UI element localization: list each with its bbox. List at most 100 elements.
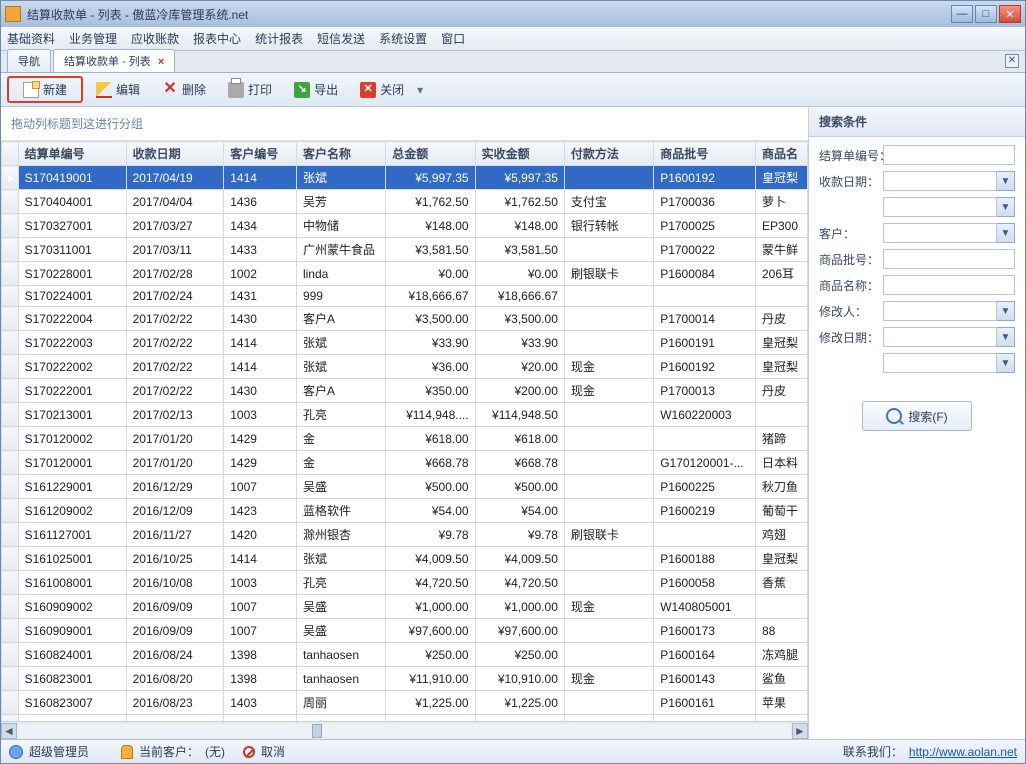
table-row[interactable]: S1610080012016/10/081003孔亮¥4,720.50¥4,72… [2, 571, 808, 595]
table-row[interactable]: S1703270012017/03/271434中物储¥148.00¥148.0… [2, 214, 808, 238]
menu-basic[interactable]: 基础资料 [7, 30, 55, 47]
export-icon: ↘ [294, 82, 310, 98]
app-icon [5, 6, 21, 22]
table-row[interactable]: S1702220042017/02/221430客户A¥3,500.00¥3,5… [2, 307, 808, 331]
table-row[interactable]: S1702220032017/02/221414张斌¥33.90¥33.90P1… [2, 331, 808, 355]
scroll-right-icon[interactable]: ► [792, 723, 808, 739]
col-goods[interactable]: 商品名 [755, 142, 807, 166]
table-row[interactable]: S1611270012016/11/271420滁州银杏¥9.78¥9.78刷银… [2, 523, 808, 547]
current-customer-label: 当前客户： [139, 743, 199, 760]
col-custno[interactable]: 客户编号 [224, 142, 297, 166]
search-button[interactable]: 搜索(F) [862, 401, 972, 431]
chevron-down-icon[interactable]: ▼ [997, 223, 1015, 243]
menu-business[interactable]: 业务管理 [69, 30, 117, 47]
table-row[interactable]: S1702240012017/02/241431999¥18,666.67¥18… [2, 286, 808, 307]
user-icon [9, 745, 23, 759]
chevron-down-icon[interactable]: ▼ [997, 171, 1015, 191]
table-row[interactable]: S1704040012017/04/041436吴芳¥1,762.50¥1,76… [2, 190, 808, 214]
col-method[interactable]: 付款方法 [564, 142, 653, 166]
minimize-button[interactable]: — [951, 5, 973, 23]
table-row[interactable]: S1701200022017/01/201429金¥618.00¥618.00猪… [2, 427, 808, 451]
edit-icon [96, 82, 112, 98]
close-button[interactable]: ✕ [999, 5, 1021, 23]
menu-settings[interactable]: 系统设置 [379, 30, 427, 47]
chevron-down-icon[interactable]: ▼ [997, 301, 1015, 321]
toolbar-overflow[interactable]: ▾ [417, 83, 427, 97]
input-lot[interactable] [883, 249, 1015, 269]
input-moddate-from[interactable] [883, 327, 997, 347]
menubar: 基础资料 业务管理 应收账款 报表中心 统计报表 短信发送 系统设置 窗口 [1, 27, 1025, 51]
edit-button[interactable]: 编辑 [87, 76, 149, 103]
horizontal-scrollbar[interactable]: ◄ ► [1, 721, 808, 739]
current-customer-value: (无) [205, 743, 225, 760]
group-panel[interactable]: 拖动列标题到这进行分组 [1, 107, 808, 141]
input-goods[interactable] [883, 275, 1015, 295]
input-modifier[interactable] [883, 301, 997, 321]
panel-close-button[interactable]: ✕ [1005, 54, 1019, 68]
menu-stats[interactable]: 统计报表 [255, 30, 303, 47]
maximize-button[interactable]: □ [975, 5, 997, 23]
cancel-icon [243, 746, 255, 758]
close-tab-button[interactable]: ✕ 关闭 [351, 76, 413, 103]
scroll-left-icon[interactable]: ◄ [1, 723, 17, 739]
export-button[interactable]: ↘ 导出 [285, 76, 347, 103]
col-total[interactable]: 总金额 [386, 142, 475, 166]
table-row[interactable]: S1608240012016/08/241398tanhaosen¥250.00… [2, 643, 808, 667]
table-row[interactable]: S1608230072016/08/231403周丽¥1,225.00¥1,22… [2, 691, 808, 715]
col-custname[interactable]: 客户名称 [296, 142, 385, 166]
col-paid[interactable]: 实收金额 [475, 142, 564, 166]
input-paydate-to[interactable] [883, 197, 997, 217]
print-button[interactable]: 打印 [219, 76, 281, 103]
label-billno: 结算单编号： [819, 147, 877, 164]
chevron-down-icon[interactable]: ▼ [997, 353, 1015, 373]
table-row[interactable]: S1608230012016/08/201398tanhaosen¥11,910… [2, 667, 808, 691]
table-row[interactable]: S1609090022016/09/091007吴盛¥1,000.00¥1,00… [2, 595, 808, 619]
col-paydate[interactable]: 收款日期 [126, 142, 224, 166]
input-paydate-from[interactable] [883, 171, 997, 191]
label-goods: 商品名称： [819, 277, 877, 294]
menu-window[interactable]: 窗口 [441, 30, 465, 47]
label-paydate: 收款日期： [819, 173, 877, 190]
cancel-label[interactable]: 取消 [261, 743, 285, 760]
table-row[interactable]: S1703110012017/03/111433广州蒙牛食品¥3,581.50¥… [2, 238, 808, 262]
search-icon [886, 408, 902, 424]
contact-link[interactable]: http://www.aolan.net [909, 745, 1017, 759]
col-billno[interactable]: 结算单编号 [18, 142, 126, 166]
tab-settlement-list[interactable]: 结算收款单 - 列表 × [53, 49, 175, 72]
table-row[interactable]: S1612290012016/12/291007吴盛¥500.00¥500.00… [2, 475, 808, 499]
input-billno[interactable] [883, 145, 1015, 165]
window-title: 结算收款单 - 列表 - 傲蓝冷库管理系统.net [27, 6, 951, 23]
new-icon [23, 82, 39, 98]
menu-reports[interactable]: 报表中心 [193, 30, 241, 47]
label-modifier: 修改人： [819, 303, 877, 320]
search-title: 搜索条件 [809, 107, 1025, 137]
table-row[interactable]: S1702220022017/02/221414张斌¥36.00¥20.00现金… [2, 355, 808, 379]
table-row[interactable]: S1701200012017/01/201429金¥668.78¥668.78G… [2, 451, 808, 475]
menu-receivable[interactable]: 应收账款 [131, 30, 179, 47]
tab-nav[interactable]: 导航 [7, 49, 51, 72]
chevron-down-icon[interactable]: ▼ [997, 327, 1015, 347]
row-indicator-header [2, 142, 19, 166]
table-row[interactable]: S1610250012016/10/251414张斌¥4,009.50¥4,00… [2, 547, 808, 571]
input-moddate-to[interactable] [883, 353, 997, 373]
delete-button[interactable]: ✕ 删除 [153, 76, 215, 103]
table-row[interactable]: S1612090022016/12/091423蓝格软件¥54.00¥54.00… [2, 499, 808, 523]
col-lot[interactable]: 商品批号 [654, 142, 756, 166]
table-row[interactable]: S1702220012017/02/221430客户A¥350.00¥200.0… [2, 379, 808, 403]
current-user: 超级管理员 [29, 743, 89, 760]
menu-sms[interactable]: 短信发送 [317, 30, 365, 47]
tab-close-icon[interactable]: × [158, 56, 164, 68]
table-row[interactable]: ▸S1704190012017/04/191414张斌¥5,997.35¥5,9… [2, 166, 808, 190]
contact-label: 联系我们： [843, 743, 903, 760]
scroll-thumb[interactable] [312, 724, 322, 738]
customer-icon [121, 745, 133, 759]
table-row[interactable]: S1702280012017/02/281002linda¥0.00¥0.00刷… [2, 262, 808, 286]
new-button[interactable]: 新建 [7, 76, 83, 103]
table-row[interactable]: S1609090012016/09/091007吴盛¥97,600.00¥97,… [2, 619, 808, 643]
input-customer[interactable] [883, 223, 997, 243]
label-moddate: 修改日期： [819, 329, 877, 346]
label-customer: 客户： [819, 225, 877, 242]
chevron-down-icon[interactable]: ▼ [997, 197, 1015, 217]
table-row[interactable]: S1702130012017/02/131003孔亮¥114,948....¥1… [2, 403, 808, 427]
data-grid[interactable]: 结算单编号 收款日期 客户编号 客户名称 总金额 实收金额 付款方法 商品批号 … [1, 141, 808, 721]
